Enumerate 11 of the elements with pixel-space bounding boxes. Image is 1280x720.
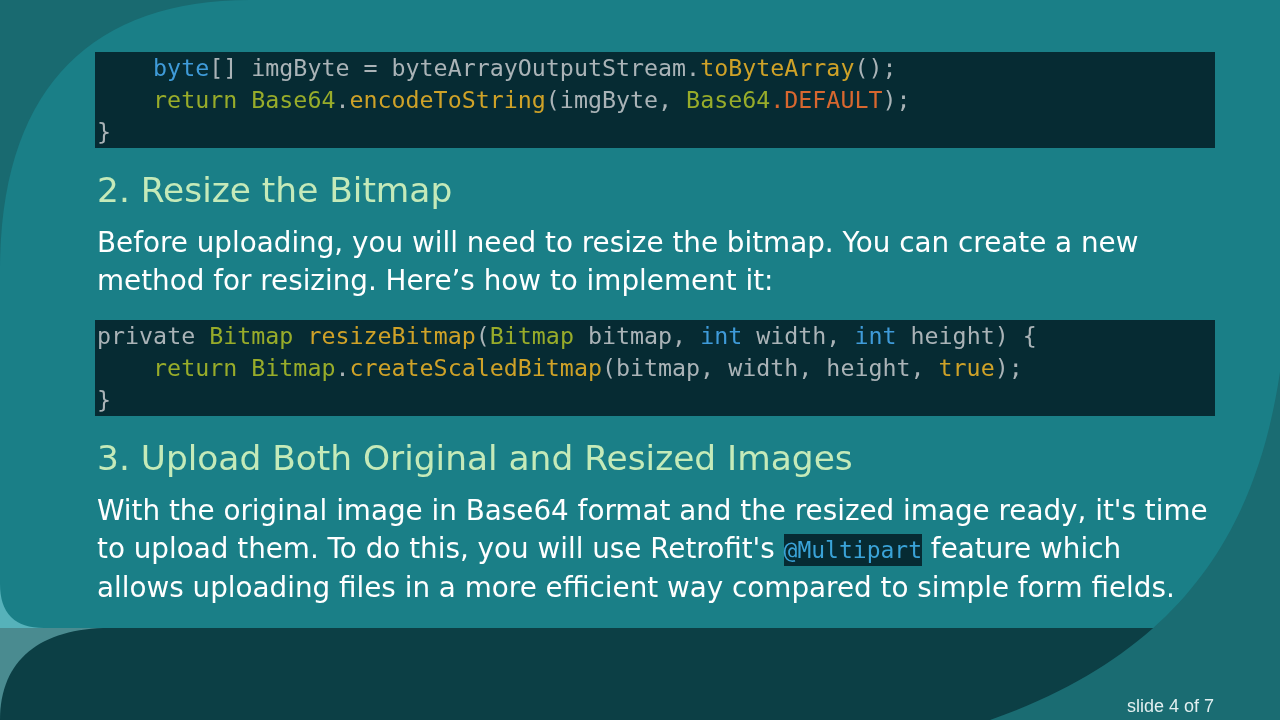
slide-number: slide 4 of 7 bbox=[1126, 696, 1214, 716]
code-line: } bbox=[97, 117, 112, 147]
body-paragraph: Before uploading, you will need to resize the bitmap. You can create a new method for resizing. Here’s how to implement it: bbox=[97, 225, 1140, 299]
code-line: } bbox=[97, 385, 112, 415]
body-paragraph: With the original image in Base64 format and the resized image ready, it's time to upload them. To do this, you will use Retrofit's @Multipart feature which allows uploading files in a more efficient way compared to simple form fields. bbox=[97, 493, 1209, 606]
code-line: return Bitmap.createScaledBitmap(bitmap, width, height, true); bbox=[153, 353, 1023, 383]
code-line: return Base64.encodeToString(imgByte, Base64.DEFAULT); bbox=[153, 85, 911, 115]
section-heading: 3. Upload Both Original and Resized Images bbox=[97, 437, 853, 480]
section-heading: 2. Resize the Bitmap bbox=[97, 169, 453, 212]
code-line: private Bitmap resizeBitmap(Bitmap bitmap, int width, int height) { bbox=[97, 321, 1037, 351]
code-line: byte[] imgByte = byteArrayOutputStream.toByteArray(); bbox=[153, 53, 897, 83]
